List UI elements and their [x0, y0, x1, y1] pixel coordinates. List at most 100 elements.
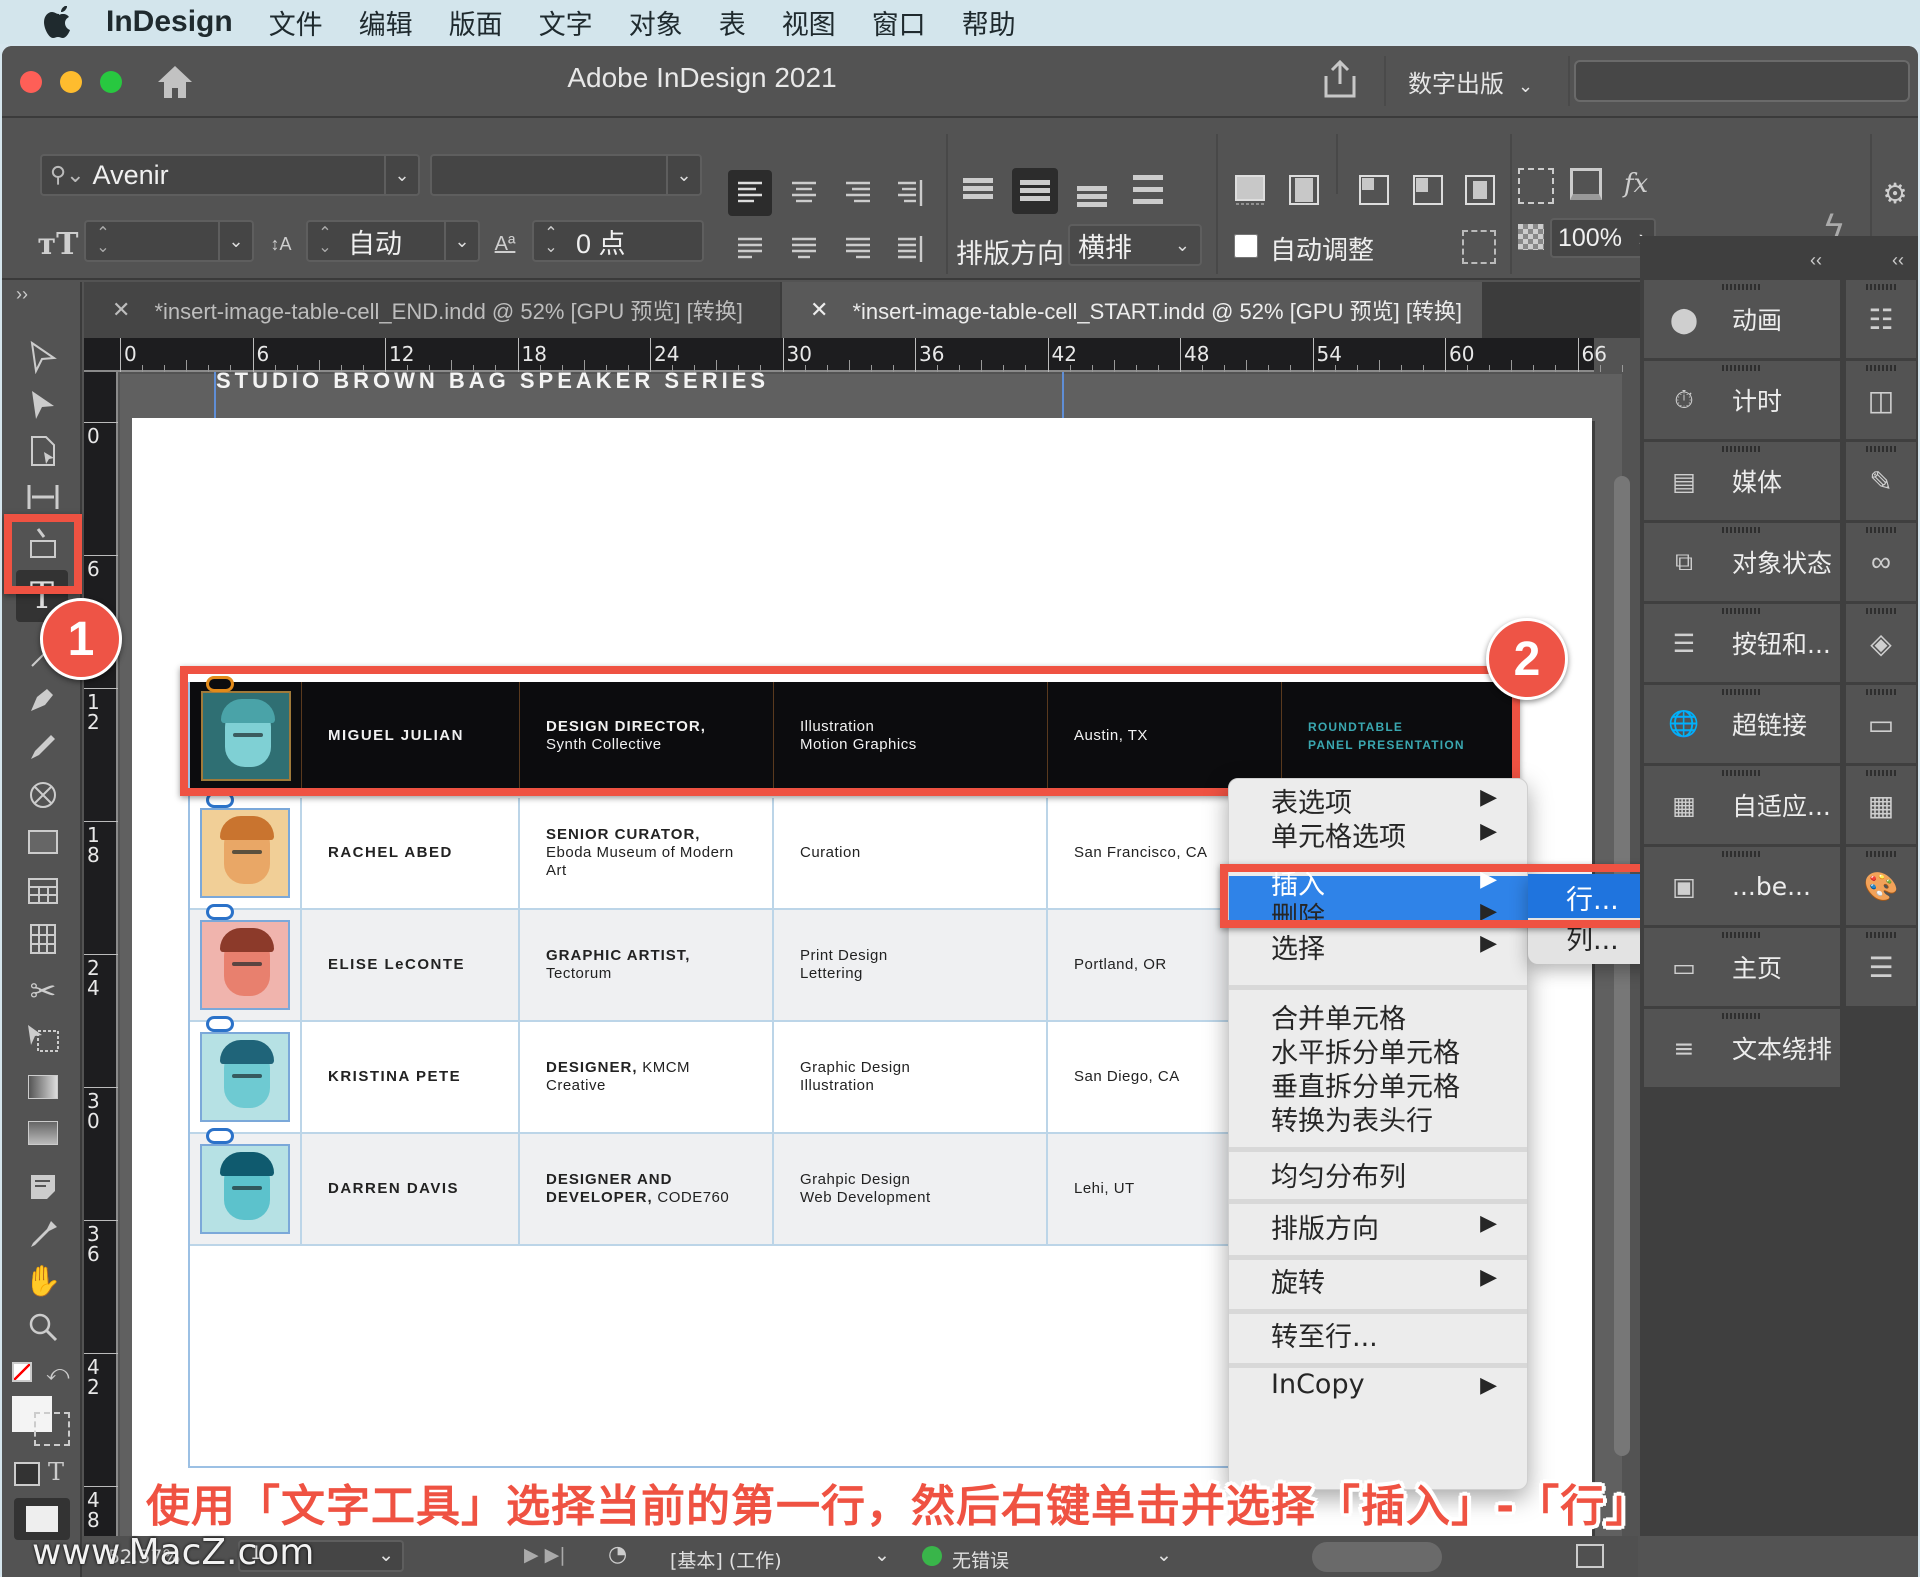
note-tool-icon[interactable] [22, 1166, 64, 1208]
gap-tool-icon[interactable] [22, 476, 64, 518]
align-center-button[interactable] [782, 170, 826, 216]
fit-frame-to-content-icon[interactable] [1230, 170, 1270, 210]
menu-app-indesign[interactable]: InDesign [106, 5, 233, 39]
search-input[interactable] [1574, 60, 1910, 102]
writing-direction-select[interactable]: 横排 ⌄ [1068, 224, 1202, 266]
panel-icon-button[interactable]: 🎨 [1846, 847, 1916, 925]
avatar-image[interactable] [200, 920, 290, 1010]
align-right-button[interactable] [836, 170, 880, 216]
panel-grip[interactable] [1722, 1013, 1762, 1019]
panel-button[interactable]: ⏱ 计时 [1644, 361, 1840, 439]
panel-grip[interactable] [1722, 365, 1762, 371]
menu-layout[interactable]: 版面 [449, 3, 503, 42]
hand-tool-icon[interactable]: ✋ [22, 1260, 64, 1302]
chevron-down-icon[interactable]: ⌄ [666, 156, 700, 194]
document-heading[interactable]: STUDIO BROWN BAG SPEAKER SERIES [216, 368, 769, 394]
open-document-icon[interactable]: ◔ [608, 1542, 627, 1567]
panel-icon-button[interactable]: ▦ [1846, 766, 1916, 844]
panel-button[interactable]: ☰ 按钮和... [1644, 604, 1840, 682]
tab-end-document[interactable]: ✕ *insert-image-table-cell_END.indd @ 52%… [84, 282, 780, 338]
panel-icon-button[interactable]: ✎ [1846, 442, 1916, 520]
panel-button[interactable]: ⬤ 动画 [1644, 280, 1840, 358]
panel-icon-button[interactable]: ∞ [1846, 523, 1916, 601]
panel-grip[interactable] [1722, 527, 1762, 533]
panel-grip[interactable] [1722, 932, 1762, 938]
zoom-tool-icon[interactable] [22, 1306, 64, 1348]
fit-content-to-frame-icon[interactable] [1284, 170, 1324, 210]
justify-center-button[interactable] [782, 226, 826, 272]
formatting-text-icon[interactable]: T [48, 1458, 64, 1486]
name-cell[interactable]: ELISE LeCONTE [302, 910, 520, 1020]
panel-button[interactable]: ▭ 主页 [1644, 928, 1840, 1006]
panel-button[interactable]: ▣ ...be... [1644, 847, 1840, 925]
menu-file[interactable]: 文件 [269, 3, 323, 42]
align-grid-top-button[interactable] [956, 168, 1000, 212]
next-page-icon[interactable]: ▶ ▶| [524, 1544, 566, 1566]
menu-edit[interactable]: 编辑 [359, 3, 413, 42]
gradient-swatch-tool-icon[interactable] [22, 1066, 64, 1108]
auto-adjust-checkbox[interactable] [1234, 234, 1258, 258]
avatar-image[interactable] [200, 1144, 290, 1234]
fill-frame-icon[interactable] [1354, 170, 1394, 210]
font-style-field[interactable]: ⌄ [430, 154, 702, 196]
stepper-icon[interactable]: ⌃ ⌄ [86, 226, 120, 256]
horizontal-ruler[interactable]: 0 6 12 18 24 30 36 42 48 54 60 66 [84, 338, 1689, 372]
menu-object[interactable]: 对象 [629, 3, 683, 42]
split-view-icon[interactable] [1576, 1544, 1604, 1568]
font-family-field[interactable]: ⚲⌄ Avenir ⌄ [40, 154, 420, 196]
avatar-cell[interactable] [190, 1128, 302, 1244]
name-cell[interactable]: KRISTINA PETE [302, 1022, 520, 1132]
stroke-swatch[interactable] [34, 1412, 70, 1446]
effects-fx-icon[interactable]: fx [1616, 164, 1656, 204]
name-cell[interactable]: DARREN DAVIS [302, 1134, 520, 1244]
rectangle-tool-icon[interactable] [22, 822, 64, 864]
frame-fitting-options-icon[interactable] [1462, 230, 1496, 264]
panel-grip[interactable] [1722, 284, 1762, 290]
align-grid-center-button[interactable] [1012, 168, 1058, 214]
panel-grip[interactable] [1866, 932, 1896, 938]
gradient-feather-tool-icon[interactable] [22, 1112, 64, 1154]
panel-grip[interactable] [1722, 851, 1762, 857]
avatar-image[interactable] [200, 808, 290, 898]
gear-icon[interactable]: ⚙ [1878, 176, 1912, 210]
profile-label[interactable]: [基本] (工作) [670, 1546, 782, 1573]
formatting-container-icon[interactable] [14, 1462, 40, 1486]
name-cell[interactable]: RACHEL ABED [302, 798, 520, 908]
align-left-button[interactable] [728, 170, 772, 216]
justify-all-button[interactable] [888, 226, 932, 272]
menu-window[interactable]: 窗口 [872, 3, 926, 42]
stroke-icon[interactable] [1518, 168, 1554, 204]
justify-left-button[interactable] [728, 226, 772, 272]
menu-type[interactable]: 文字 [539, 3, 593, 42]
avatar-cell[interactable] [190, 792, 302, 908]
panel-button[interactable]: ▦ 自适应... [1644, 766, 1840, 844]
collapse-panel-icon[interactable]: ‹‹ [1810, 250, 1822, 271]
panel-grip[interactable] [1866, 446, 1896, 452]
vertical-ruler[interactable]: 0 6 12 18 24 30 36 42 48 [84, 372, 118, 1577]
panel-icon-button[interactable]: ◫ [1846, 361, 1916, 439]
font-size-field[interactable]: ⌃ ⌄ ⌄ [84, 220, 254, 262]
close-tab-icon[interactable]: ✕ [810, 297, 828, 323]
link-icon[interactable] [206, 1016, 234, 1032]
pen-tool-icon[interactable] [22, 678, 64, 720]
selection-tool-icon[interactable] [22, 336, 64, 378]
skills-cell[interactable]: Grahpic Design Web Development [774, 1134, 1048, 1244]
menu-item[interactable]: 均匀分布列 [1271, 1155, 1406, 1194]
leading-field[interactable]: ⌃ ⌄ 自动 ⌄ [306, 220, 480, 262]
pencil-tool-icon[interactable] [22, 726, 64, 768]
panel-icon-button[interactable]: ☰ [1846, 928, 1916, 1006]
workspace-switcher[interactable]: 数字出版 ⌄ [1408, 64, 1533, 99]
free-transform-tool-icon[interactable] [22, 1018, 64, 1060]
panel-button[interactable]: ⧉ 对象状态 [1644, 523, 1840, 601]
baseline-shift-field[interactable]: ⌃ ⌄ 0 点 [532, 220, 704, 262]
swap-fill-stroke-icon[interactable]: ⤺ [46, 1360, 70, 1386]
panel-grip[interactable] [1722, 446, 1762, 452]
share-icon[interactable] [1322, 60, 1358, 100]
preflight-status[interactable]: 无错误 [952, 1546, 1009, 1573]
panel-grip[interactable] [1866, 851, 1896, 857]
title-cell[interactable]: DESIGNER, KMCM Creative [520, 1022, 774, 1132]
drop-shadow-icon[interactable] [1570, 168, 1602, 200]
stepper-icon[interactable]: ⌃ ⌄ [534, 226, 568, 256]
menu-item[interactable]: 单元格选项 [1271, 815, 1406, 854]
panel-button[interactable]: ≡ 文本绕排 [1644, 1009, 1840, 1087]
